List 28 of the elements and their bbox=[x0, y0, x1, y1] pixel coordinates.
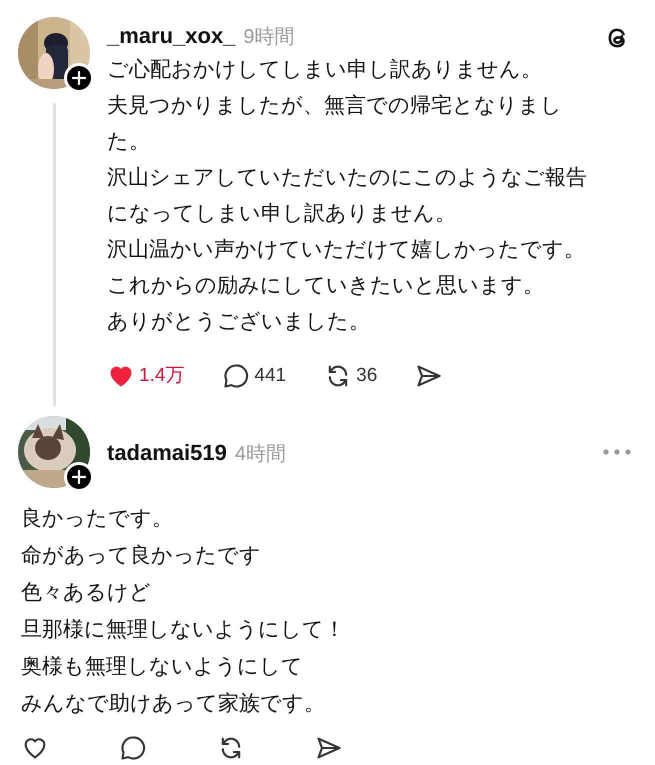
plus-icon bbox=[72, 71, 86, 85]
post-text: になってしまい申し訳ありません。 bbox=[107, 201, 457, 227]
post-text: 夫見つかりましたが、無言での帰宅となりまし bbox=[107, 93, 563, 119]
speech-bubble-icon bbox=[222, 362, 250, 390]
post-text: 色々あるけど bbox=[21, 580, 152, 606]
username[interactable]: _maru_xox_ bbox=[107, 19, 236, 52]
speech-bubble-icon bbox=[119, 734, 147, 762]
reply-button[interactable]: 441 bbox=[222, 362, 286, 390]
username[interactable]: tadamai519 bbox=[107, 436, 227, 468]
reply-button[interactable] bbox=[119, 734, 147, 762]
post-text: ありがとうございました。 bbox=[107, 309, 371, 335]
more-icon bbox=[603, 449, 631, 455]
post-text: 旦那様に無理しないようにして！ bbox=[21, 617, 346, 643]
post-text: 奥様も無理しないようにして bbox=[21, 654, 304, 680]
post-time: 9時間 bbox=[243, 25, 295, 50]
like-button[interactable]: 1.4万 bbox=[107, 362, 184, 390]
post-text: 沢山温かい声かけていただけて嬉しかったです。 bbox=[107, 237, 586, 263]
post-text: みんなで助けあって家族です。 bbox=[21, 691, 326, 717]
more-options-button[interactable] bbox=[603, 449, 631, 455]
post-text: これからの励みにしていきたいと思います。 bbox=[107, 273, 545, 299]
post-text: 命があって良かったです bbox=[21, 543, 262, 569]
post-text: ご心配おかけしてしまい申し訳ありません。 bbox=[107, 57, 543, 83]
plus-icon bbox=[72, 470, 86, 484]
post-time: 4時間 bbox=[234, 442, 286, 466]
repost-button[interactable]: 36 bbox=[324, 362, 378, 390]
post-text: 沢山シェアしていただいたのにこのようなご報告 bbox=[107, 165, 588, 191]
post-text: 良かったです。 bbox=[21, 506, 174, 532]
post-text: た。 bbox=[107, 129, 151, 155]
